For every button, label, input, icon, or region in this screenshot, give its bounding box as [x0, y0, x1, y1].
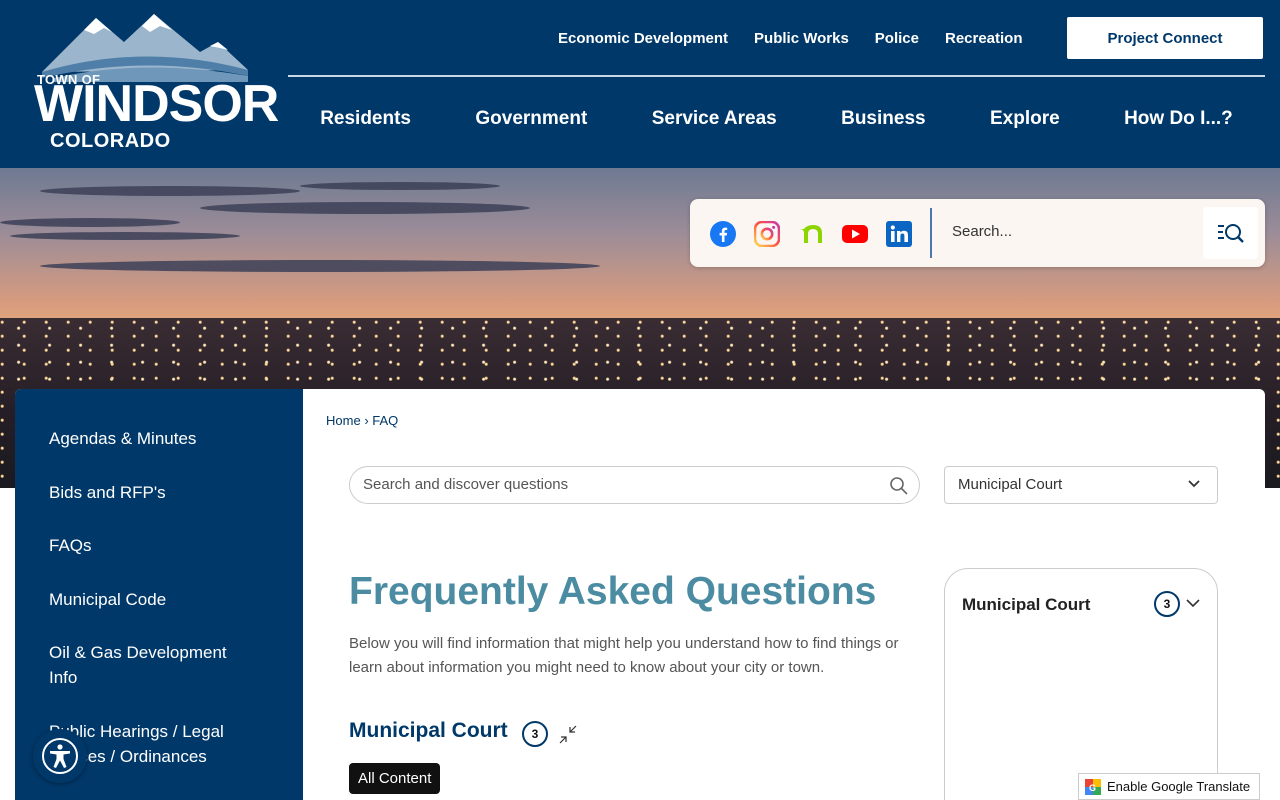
search-icon[interactable]: [889, 476, 909, 496]
nav-explore[interactable]: Explore: [990, 108, 1060, 130]
section-count-badge: 3: [522, 721, 548, 747]
project-connect-button[interactable]: Project Connect: [1067, 17, 1263, 59]
google-translate-button[interactable]: G Enable Google Translate: [1078, 773, 1260, 800]
nav-police[interactable]: Police: [875, 30, 919, 47]
header-divider: [288, 75, 1265, 77]
facebook-icon[interactable]: [710, 221, 736, 247]
page-title: Frequently Asked Questions: [349, 570, 877, 613]
nav-recreation[interactable]: Recreation: [945, 30, 1023, 47]
social-divider: [930, 208, 932, 258]
nav-residents[interactable]: Residents: [320, 108, 411, 130]
logo-colorado: COLORADO: [50, 130, 171, 152]
breadcrumb: Home › FAQ: [326, 413, 398, 428]
nav-business[interactable]: Business: [841, 108, 925, 130]
chevron-down-icon[interactable]: [1185, 597, 1201, 609]
chevron-down-icon: [1188, 480, 1200, 488]
accessibility-icon: [42, 738, 78, 774]
sidebar-item-bids[interactable]: Bids and RFP's: [49, 480, 166, 505]
category-select-value: Municipal Court: [958, 476, 1063, 493]
nav-government[interactable]: Government: [475, 108, 587, 130]
category-card-title[interactable]: Municipal Court: [962, 595, 1090, 615]
social-search-bar: Search...: [690, 199, 1265, 267]
instagram-icon[interactable]: [754, 221, 780, 247]
nextdoor-icon[interactable]: [798, 221, 824, 247]
town-logo[interactable]: TOWN OF WINDSOR ® COLORADO: [34, 12, 279, 154]
nav-public-works[interactable]: Public Works: [754, 30, 849, 47]
faq-search-field[interactable]: Search and discover questions: [349, 466, 920, 504]
sidebar-item-municipal-code[interactable]: Municipal Code: [49, 587, 166, 612]
youtube-icon[interactable]: [842, 221, 868, 247]
linkedin-icon[interactable]: [886, 221, 912, 247]
google-translate-label: Enable Google Translate: [1107, 779, 1251, 794]
svg-text:G: G: [1089, 783, 1096, 793]
nav-service-areas[interactable]: Service Areas: [652, 108, 777, 130]
sidebar-item-oil-gas[interactable]: Oil & Gas Development Info: [49, 640, 259, 690]
nav-how-do-i[interactable]: How Do I...?: [1124, 108, 1233, 130]
google-translate-icon: G: [1085, 778, 1101, 795]
category-card: Municipal Court 3: [944, 568, 1218, 800]
logo-windsor: WINDSOR: [34, 75, 279, 133]
breadcrumb-home[interactable]: Home: [326, 413, 361, 428]
accessibility-button[interactable]: [33, 729, 87, 783]
faq-search-input[interactable]: Search and discover questions: [363, 476, 568, 493]
collapse-icon[interactable]: [558, 724, 578, 744]
category-select[interactable]: Municipal Court: [944, 466, 1218, 504]
main-nav: Residents Government Service Areas Busin…: [288, 108, 1265, 130]
logo-registered: ®: [246, 84, 253, 94]
site-search-input[interactable]: Search...: [952, 223, 1012, 240]
site-search-button[interactable]: [1203, 207, 1258, 259]
category-card-count: 3: [1154, 591, 1180, 617]
breadcrumb-separator: ›: [364, 413, 369, 428]
site-header: TOWN OF WINDSOR ® COLORADO Economic Deve…: [0, 0, 1280, 168]
breadcrumb-current[interactable]: FAQ: [372, 413, 398, 428]
section-title: Municipal Court: [349, 719, 508, 742]
sidebar-item-agendas[interactable]: Agendas & Minutes: [49, 426, 196, 451]
all-content-tab[interactable]: All Content: [349, 763, 441, 794]
utility-nav: Economic Development Public Works Police…: [545, 30, 1036, 47]
intro-text: Below you will find information that mig…: [349, 635, 899, 676]
nav-economic-development[interactable]: Economic Development: [558, 30, 728, 47]
search-icon: [1217, 224, 1244, 243]
sidebar-item-faqs[interactable]: FAQs: [49, 533, 92, 558]
